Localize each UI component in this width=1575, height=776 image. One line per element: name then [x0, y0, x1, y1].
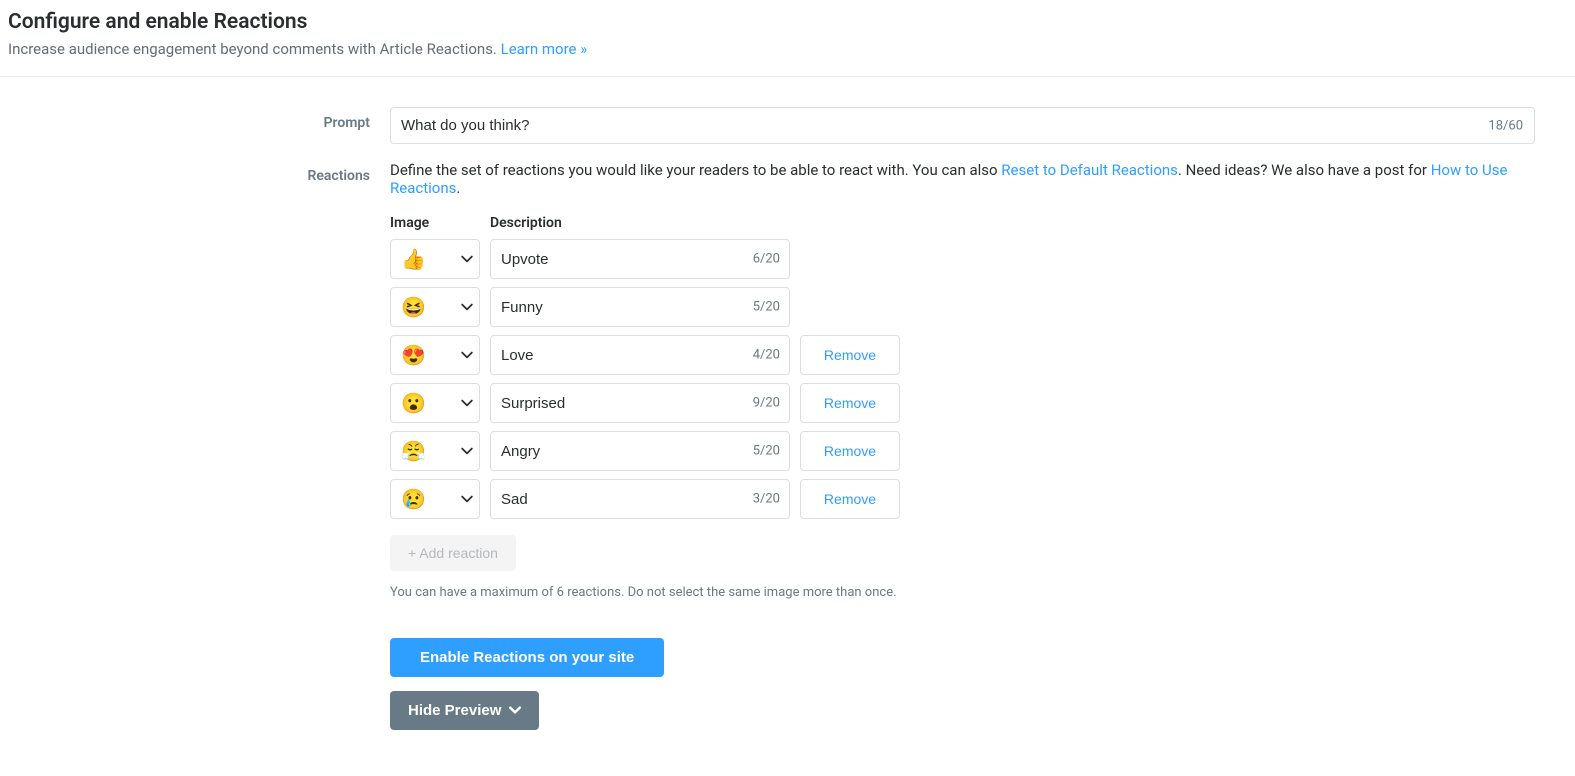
reaction-desc-count: 5/20	[753, 300, 780, 315]
reactions-help-text: You can have a maximum of 6 reactions. D…	[390, 585, 1555, 600]
add-reaction-button: + Add reaction	[390, 535, 516, 571]
content: Prompt 18/60 Reactions Define the set of…	[0, 77, 1575, 776]
reactions-row: Reactions Define the set of reactions yo…	[0, 160, 1575, 730]
reaction-image-selector[interactable]: 😮	[390, 383, 480, 423]
intro-text-3: .	[456, 179, 460, 197]
reaction-table-header: Image Description	[390, 215, 1555, 231]
chevron-down-icon	[461, 495, 473, 503]
intro-text-1: Define the set of reactions you would li…	[390, 161, 1001, 179]
chevron-down-icon	[509, 702, 521, 719]
chevron-down-icon	[461, 447, 473, 455]
reaction-desc-wrap: 9/20	[490, 383, 790, 423]
reaction-image-selector[interactable]: 😆	[390, 287, 480, 327]
reaction-emoji: 😆	[401, 295, 426, 319]
reaction-desc-count: 9/20	[753, 396, 780, 411]
reaction-desc-count: 5/20	[753, 444, 780, 459]
subtitle-text: Increase audience engagement beyond comm…	[8, 40, 501, 58]
reaction-row: 😮 9/20 Remove	[390, 383, 1555, 423]
reaction-desc-count: 6/20	[753, 252, 780, 267]
col-header-image: Image	[390, 215, 480, 231]
chevron-down-icon	[461, 399, 473, 407]
page-title: Configure and enable Reactions	[8, 10, 1567, 34]
reaction-image-selector[interactable]: 👍	[390, 239, 480, 279]
hide-preview-label: Hide Preview	[408, 702, 501, 719]
reaction-description-input[interactable]	[490, 431, 790, 471]
remove-reaction-button[interactable]: Remove	[800, 383, 900, 423]
prompt-char-count: 18/60	[1488, 118, 1523, 133]
reaction-row: 😤 5/20 Remove	[390, 431, 1555, 471]
chevron-down-icon	[461, 255, 473, 263]
reaction-desc-count: 4/20	[753, 348, 780, 363]
reaction-desc-wrap: 5/20	[490, 287, 790, 327]
reaction-emoji: 😤	[401, 439, 426, 463]
reaction-desc-wrap: 3/20	[490, 479, 790, 519]
col-header-description: Description	[490, 215, 790, 231]
reaction-desc-wrap: 6/20	[490, 239, 790, 279]
learn-more-link[interactable]: Learn more »	[501, 40, 588, 58]
reaction-description-input[interactable]	[490, 287, 790, 327]
reaction-desc-wrap: 5/20	[490, 431, 790, 471]
reset-default-link[interactable]: Reset to Default Reactions	[1001, 161, 1178, 179]
intro-text-2: . Need ideas? We also have a post for	[1178, 161, 1431, 179]
reaction-emoji: 👍	[401, 247, 426, 271]
reaction-desc-wrap: 4/20	[490, 335, 790, 375]
hide-preview-button[interactable]: Hide Preview	[390, 691, 539, 730]
prompt-row: Prompt 18/60	[0, 107, 1575, 144]
reaction-row: 👍 6/20	[390, 239, 1555, 279]
reaction-emoji: 😮	[401, 391, 426, 415]
reaction-description-input[interactable]	[490, 335, 790, 375]
remove-reaction-button[interactable]: Remove	[800, 479, 900, 519]
reaction-image-selector[interactable]: 😍	[390, 335, 480, 375]
page-subtitle: Increase audience engagement beyond comm…	[8, 40, 1567, 58]
remove-reaction-button[interactable]: Remove	[800, 335, 900, 375]
enable-reactions-button[interactable]: Enable Reactions on your site	[390, 638, 664, 677]
prompt-input[interactable]	[390, 107, 1535, 144]
reaction-desc-count: 3/20	[753, 492, 780, 507]
chevron-down-icon	[461, 303, 473, 311]
remove-reaction-button[interactable]: Remove	[800, 431, 900, 471]
chevron-down-icon	[461, 351, 473, 359]
reaction-row: 😆 5/20	[390, 287, 1555, 327]
reaction-description-input[interactable]	[490, 239, 790, 279]
reaction-description-input[interactable]	[490, 383, 790, 423]
reaction-emoji: 😍	[401, 343, 426, 367]
reaction-emoji: 😢	[401, 487, 426, 511]
prompt-label: Prompt	[0, 107, 390, 131]
page-header: Configure and enable Reactions Increase …	[0, 0, 1575, 77]
reaction-image-selector[interactable]: 😤	[390, 431, 480, 471]
reaction-list: 👍 6/20 😆 5/20 😍 4/20 Remove 😮 9/20 Remove 😤 5/20 Rem…	[390, 239, 1555, 519]
reactions-label: Reactions	[0, 160, 390, 184]
reactions-intro: Define the set of reactions you would li…	[390, 160, 1555, 197]
reaction-row: 😢 3/20 Remove	[390, 479, 1555, 519]
reaction-image-selector[interactable]: 😢	[390, 479, 480, 519]
reaction-row: 😍 4/20 Remove	[390, 335, 1555, 375]
reaction-description-input[interactable]	[490, 479, 790, 519]
